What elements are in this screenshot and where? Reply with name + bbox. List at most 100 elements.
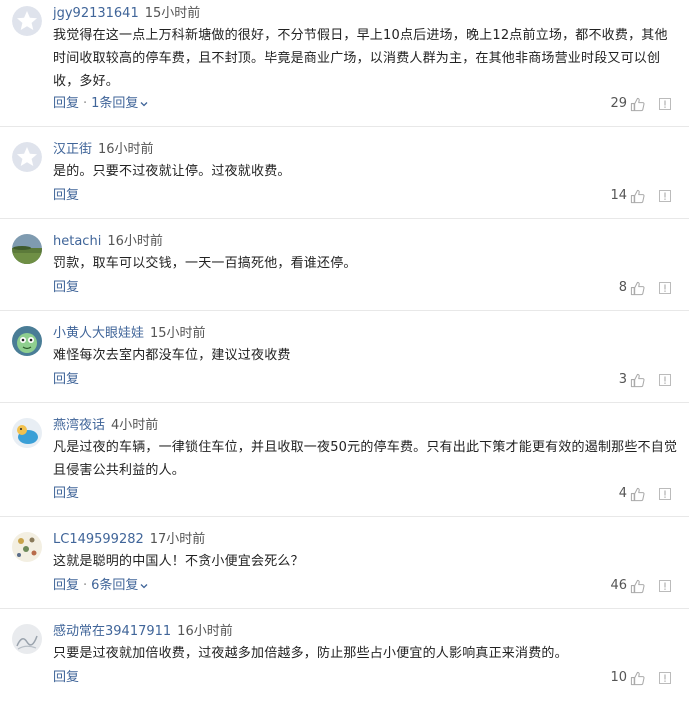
username-link[interactable]: 感动常在39417911 bbox=[53, 624, 171, 639]
comment-time: 16小时前 bbox=[177, 624, 233, 639]
comment-meta: 汉正街 16小时前 bbox=[53, 141, 154, 159]
comment-time: 16小时前 bbox=[107, 234, 163, 249]
report-icon bbox=[659, 488, 671, 500]
report-icon bbox=[659, 282, 671, 294]
comment-meta: 燕湾夜话 4小时前 bbox=[53, 417, 158, 435]
user-avatar[interactable] bbox=[12, 6, 42, 36]
user-avatar[interactable] bbox=[12, 142, 42, 172]
comment-list: jgy92131641 15小时前 我觉得在这一点上万科新塘做的很好，不分节假日，… bbox=[0, 0, 689, 709]
comment-item: 感动常在39417911 16小时前 只要是过夜就加倍收费，过夜越多加倍越多，防止… bbox=[0, 609, 689, 709]
comment-item: hetachi 16小时前 罚款，取车可以交钱，一天一百搞死他，看谁还停。 回复 … bbox=[0, 219, 689, 311]
like-button[interactable]: 46 bbox=[610, 577, 645, 595]
comment-item: 小黄人大眼娃娃 15小时前 难怪每次去室内都没车位，建议过夜收费 回复 3 bbox=[0, 311, 689, 403]
reply-button[interactable]: 回复 bbox=[53, 670, 79, 685]
comment-time: 15小时前 bbox=[144, 6, 201, 21]
thumbs-up-icon bbox=[630, 189, 645, 203]
comment-time: 4小时前 bbox=[111, 418, 159, 433]
username-link[interactable]: hetachi bbox=[53, 234, 101, 249]
user-avatar[interactable] bbox=[12, 532, 42, 562]
reply-button[interactable]: 回复 bbox=[53, 372, 79, 387]
reply-button[interactable]: 回复 bbox=[53, 188, 79, 203]
like-button[interactable]: 29 bbox=[610, 95, 645, 113]
report-icon bbox=[659, 98, 671, 110]
chevron-down-icon bbox=[140, 101, 148, 106]
replies-toggle[interactable]: 6条回复 bbox=[91, 578, 148, 593]
comment-text: 罚款，取车可以交钱，一天一百搞死他，看谁还停。 bbox=[53, 256, 357, 271]
like-count: 3 bbox=[618, 372, 627, 387]
landscape-avatar-icon bbox=[12, 234, 42, 264]
thumbs-up-icon bbox=[630, 671, 645, 685]
comment-meta: LC149599282 17小时前 bbox=[53, 531, 205, 549]
username-link[interactable]: jgy92131641 bbox=[53, 6, 139, 21]
report-icon bbox=[659, 190, 671, 202]
comment-actions: 回复 · 1条回复 bbox=[53, 95, 148, 113]
user-avatar[interactable] bbox=[12, 326, 42, 356]
like-button[interactable]: 8 bbox=[619, 279, 645, 297]
comment-meta: 感动常在39417911 16小时前 bbox=[53, 623, 233, 641]
default-avatar-icon bbox=[12, 142, 42, 172]
comment-meta: hetachi 16小时前 bbox=[53, 233, 163, 251]
comment-text: 这就是聪明的中国人！不贪小便宜会死么？ bbox=[53, 554, 304, 569]
like-count: 4 bbox=[618, 486, 627, 501]
report-button[interactable] bbox=[659, 488, 671, 500]
comment-time: 17小时前 bbox=[149, 532, 206, 547]
report-button[interactable] bbox=[659, 282, 671, 294]
comment-actions: 回复 bbox=[53, 669, 79, 687]
report-icon bbox=[659, 580, 671, 592]
comment-text: 凡是过夜的车辆，一律锁住车位，并且收取一夜50元的停车费。只有出此下策才能更有效… bbox=[53, 440, 678, 478]
comment-text: 我觉得在这一点上万科新塘做的很好，不分节假日，早上10点后进场，晚上12点前立场… bbox=[53, 28, 668, 89]
report-button[interactable] bbox=[659, 374, 671, 386]
reply-button[interactable]: 回复 bbox=[53, 96, 79, 111]
comment-meta: jgy92131641 15小时前 bbox=[53, 5, 200, 23]
report-icon bbox=[659, 672, 671, 684]
user-avatar[interactable] bbox=[12, 234, 42, 264]
reply-button[interactable]: 回复 bbox=[53, 578, 79, 593]
username-link[interactable]: LC149599282 bbox=[53, 532, 144, 547]
comment-text: 只要是过夜就加倍收费，过夜越多加倍越多，防止那些占小便宜的人影响真正来消费的。 bbox=[53, 646, 568, 661]
like-count: 46 bbox=[610, 578, 627, 593]
report-button[interactable] bbox=[659, 580, 671, 592]
report-button[interactable] bbox=[659, 98, 671, 110]
user-avatar[interactable] bbox=[12, 624, 42, 654]
username-link[interactable]: 燕湾夜话 bbox=[53, 418, 105, 433]
replies-toggle[interactable]: 1条回复 bbox=[91, 96, 148, 111]
reply-button[interactable]: 回复 bbox=[53, 486, 79, 501]
comment-actions: 回复 bbox=[53, 279, 79, 297]
comment-text: 是的。只要不过夜就让停。过夜就收费。 bbox=[53, 164, 291, 179]
comment-item: 汉正街 16小时前 是的。只要不过夜就让停。过夜就收费。 回复 14 bbox=[0, 127, 689, 219]
cartoon-avatar-icon bbox=[12, 326, 42, 356]
like-button[interactable]: 14 bbox=[610, 187, 645, 205]
username-link[interactable]: 汉正街 bbox=[53, 142, 92, 157]
report-button[interactable] bbox=[659, 190, 671, 202]
thumbs-up-icon bbox=[630, 487, 645, 501]
separator: · bbox=[83, 96, 88, 111]
comment-time: 15小时前 bbox=[150, 326, 206, 341]
comment-item: jgy92131641 15小时前 我觉得在这一点上万科新塘做的很好，不分节假日，… bbox=[0, 0, 689, 127]
like-count: 14 bbox=[610, 188, 627, 203]
thumbs-up-icon bbox=[630, 281, 645, 295]
thumbs-up-icon bbox=[630, 373, 645, 387]
report-icon bbox=[659, 374, 671, 386]
report-button[interactable] bbox=[659, 672, 671, 684]
like-button[interactable]: 4 bbox=[619, 485, 645, 503]
comment-text: 难怪每次去室内都没车位，建议过夜收费 bbox=[53, 348, 291, 363]
username-link[interactable]: 小黄人大眼娃娃 bbox=[53, 326, 144, 341]
separator: · bbox=[83, 578, 88, 593]
comment-actions: 回复 bbox=[53, 187, 79, 205]
comment-time: 16小时前 bbox=[98, 142, 154, 157]
like-count: 10 bbox=[610, 670, 627, 685]
user-avatar[interactable] bbox=[12, 418, 42, 448]
thumbs-up-icon bbox=[630, 97, 645, 111]
chevron-down-icon bbox=[140, 583, 148, 588]
thumbs-up-icon bbox=[630, 579, 645, 593]
like-count: 8 bbox=[618, 280, 627, 295]
like-count: 29 bbox=[610, 96, 627, 111]
replies-count: 6条回复 bbox=[91, 578, 139, 593]
reply-button[interactable]: 回复 bbox=[53, 280, 79, 295]
like-button[interactable]: 10 bbox=[610, 669, 645, 687]
like-button[interactable]: 3 bbox=[619, 371, 645, 389]
comment-actions: 回复 bbox=[53, 371, 79, 389]
comment-item: 燕湾夜话 4小时前 凡是过夜的车辆，一律锁住车位，并且收取一夜50元的停车费。只有… bbox=[0, 403, 689, 517]
comment-meta: 小黄人大眼娃娃 15小时前 bbox=[53, 325, 206, 343]
replies-count: 1条回复 bbox=[91, 96, 139, 111]
